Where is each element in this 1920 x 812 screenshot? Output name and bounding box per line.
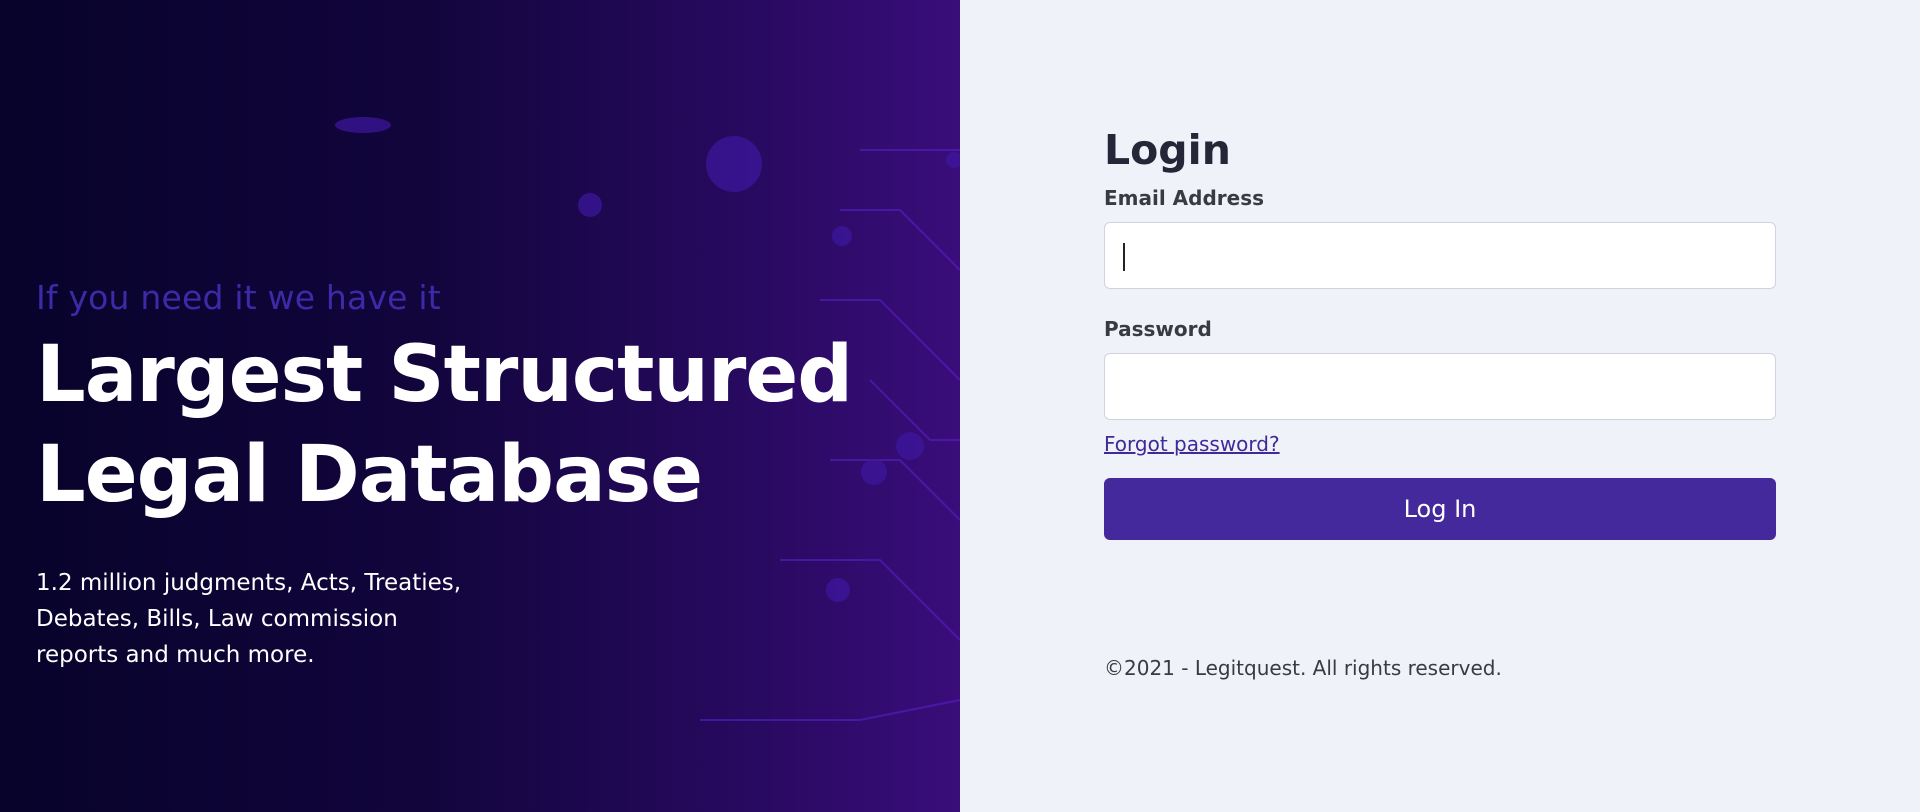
- text-caret: [1123, 243, 1125, 271]
- hero-headline-line1: Largest Structured: [36, 330, 853, 420]
- hero-description: 1.2 million judgments, Acts, Treaties, D…: [36, 570, 462, 668]
- forgot-password-link[interactable]: Forgot password?: [1104, 432, 1280, 456]
- login-form: Login Email Address Password Forgot pass…: [1104, 120, 1776, 540]
- login-page: If you need it we have it Largest Struct…: [0, 0, 1920, 812]
- hero-headline: Largest Structured Legal Database: [36, 325, 876, 525]
- login-title: Login: [1104, 126, 1231, 174]
- hero-tagline: If you need it we have it: [36, 278, 441, 317]
- login-panel: Login Email Address Password Forgot pass…: [960, 0, 1920, 812]
- copyright-text: ©2021 - Legitquest. All rights reserved.: [1104, 656, 1502, 680]
- hero-headline-line2: Legal Database: [36, 430, 703, 520]
- email-field[interactable]: [1104, 222, 1776, 289]
- password-label: Password: [1104, 317, 1212, 341]
- password-field[interactable]: [1104, 353, 1776, 420]
- login-button[interactable]: Log In: [1104, 478, 1776, 540]
- hero-content: If you need it we have it Largest Struct…: [36, 278, 876, 673]
- hero-panel: If you need it we have it Largest Struct…: [0, 0, 960, 812]
- email-label: Email Address: [1104, 186, 1265, 210]
